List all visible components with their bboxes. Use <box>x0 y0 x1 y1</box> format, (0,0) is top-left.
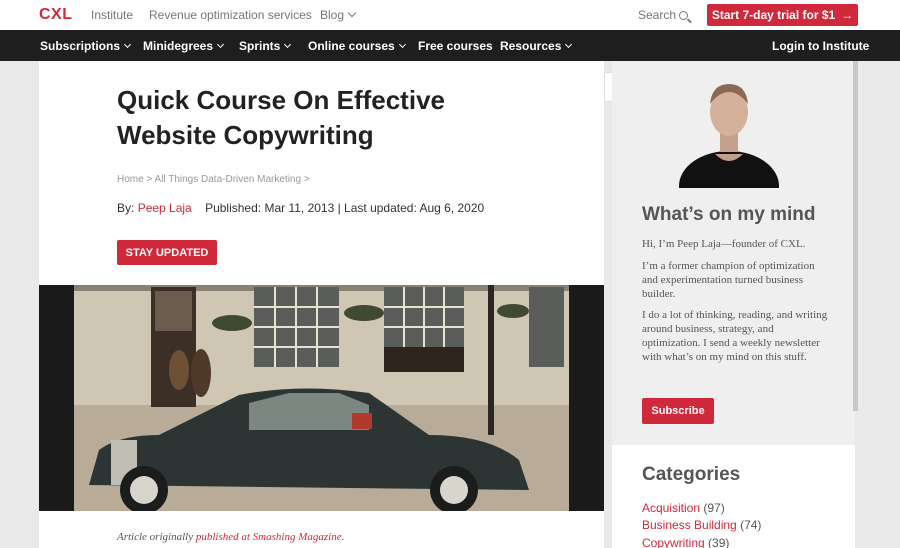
sidebar-heading: What’s on my mind <box>642 204 816 225</box>
author-avatar <box>679 84 779 188</box>
category-count: (97) <box>703 501 725 515</box>
nav-minidegrees[interactable]: Minidegrees <box>143 39 225 53</box>
nav-minidegrees-label: Minidegrees <box>143 39 214 53</box>
categories-panel: Categories Acquisition (97) Business Bui… <box>612 445 855 548</box>
footnote-prefix: Article originally <box>117 531 194 543</box>
blog-label: Blog <box>320 8 345 22</box>
vintage-car-photo <box>74 285 569 511</box>
category-item: Business Building (74) <box>642 518 761 532</box>
chevron-down-icon <box>123 40 132 49</box>
nav-resources-label: Resources <box>500 39 562 53</box>
chevron-down-icon <box>565 40 573 49</box>
publish-dates: Published: Mar 11, 2013 | Last updated: … <box>205 201 485 215</box>
nav-online-courses-label: Online courses <box>308 39 395 53</box>
subscribe-button[interactable]: Subscribe <box>642 398 714 424</box>
category-item: Copywriting (39) <box>642 536 729 548</box>
sidebar-mind-panel: What’s on my mind Hi, I’m Peep Laja—foun… <box>612 61 855 445</box>
hero-image <box>39 285 604 511</box>
sidebar-newsletter-text: I do a lot of thinking, reading, and wri… <box>642 309 828 363</box>
article-main: Quick Course On Effective Website Copywr… <box>39 61 604 548</box>
sidebar-bio: I’m a former champion of optimization an… <box>642 260 815 300</box>
search-label: Search <box>638 8 677 22</box>
nav-online-courses[interactable]: Online courses <box>308 39 406 53</box>
article-footnote: Article originally published at Smashing… <box>117 531 344 543</box>
category-link[interactable]: Business Building <box>642 518 737 532</box>
revenue-services-link[interactable]: Revenue optimization services <box>149 8 312 22</box>
category-link[interactable]: Acquisition <box>642 501 700 515</box>
chevron-down-icon <box>284 40 292 49</box>
article-title: Quick Course On Effective Website Copywr… <box>117 85 445 150</box>
stay-updated-button[interactable]: STAY UPDATED <box>117 240 217 265</box>
sidebar-intro: Hi, I’m Peep Laja—founder of CXL. <box>642 238 806 250</box>
top-bar: CXL Institute Revenue optimization servi… <box>0 0 900 30</box>
chevron-down-icon <box>398 40 406 49</box>
login-link[interactable]: Login to Institute <box>772 39 869 53</box>
nav-sprints-label: Sprints <box>239 39 281 53</box>
search-icon <box>679 11 689 20</box>
article-byline: By: Peep Laja Published: Mar 11, 2013 | … <box>117 201 484 215</box>
nav-sprints[interactable]: Sprints <box>239 39 292 53</box>
category-item: Acquisition (97) <box>642 501 725 515</box>
nav-free-courses[interactable]: Free courses <box>418 39 493 53</box>
by-label: By: <box>117 201 135 215</box>
nav-resources[interactable]: Resources <box>500 39 573 53</box>
category-link[interactable]: Copywriting <box>642 536 705 548</box>
scrollbar[interactable] <box>853 61 858 411</box>
main-nav: Subscriptions Minidegrees Sprints Online… <box>0 30 900 61</box>
chevron-down-icon <box>216 40 225 49</box>
breadcrumb[interactable]: Home > All Things Data-Driven Marketing … <box>117 174 310 185</box>
categories-heading: Categories <box>642 464 741 485</box>
blog-menu[interactable]: Blog <box>320 8 357 22</box>
author-link[interactable]: Peep Laja <box>138 201 192 215</box>
search-link[interactable]: Search <box>638 8 689 22</box>
cxl-logo[interactable]: CXL <box>39 6 73 24</box>
nav-subscriptions[interactable]: Subscriptions <box>40 39 132 53</box>
arrow-right-icon: → <box>841 8 854 22</box>
smashing-magazine-link[interactable]: published at Smashing Magazine. <box>196 531 345 543</box>
chevron-down-icon <box>347 8 357 18</box>
trial-button[interactable]: Start 7-day trial for $1 → <box>707 4 858 26</box>
nav-subscriptions-label: Subscriptions <box>40 39 121 53</box>
category-count: (74) <box>740 518 762 532</box>
institute-link[interactable]: Institute <box>91 8 133 22</box>
trial-button-label: Start 7-day trial for $1 <box>711 8 836 22</box>
category-count: (39) <box>708 536 730 548</box>
